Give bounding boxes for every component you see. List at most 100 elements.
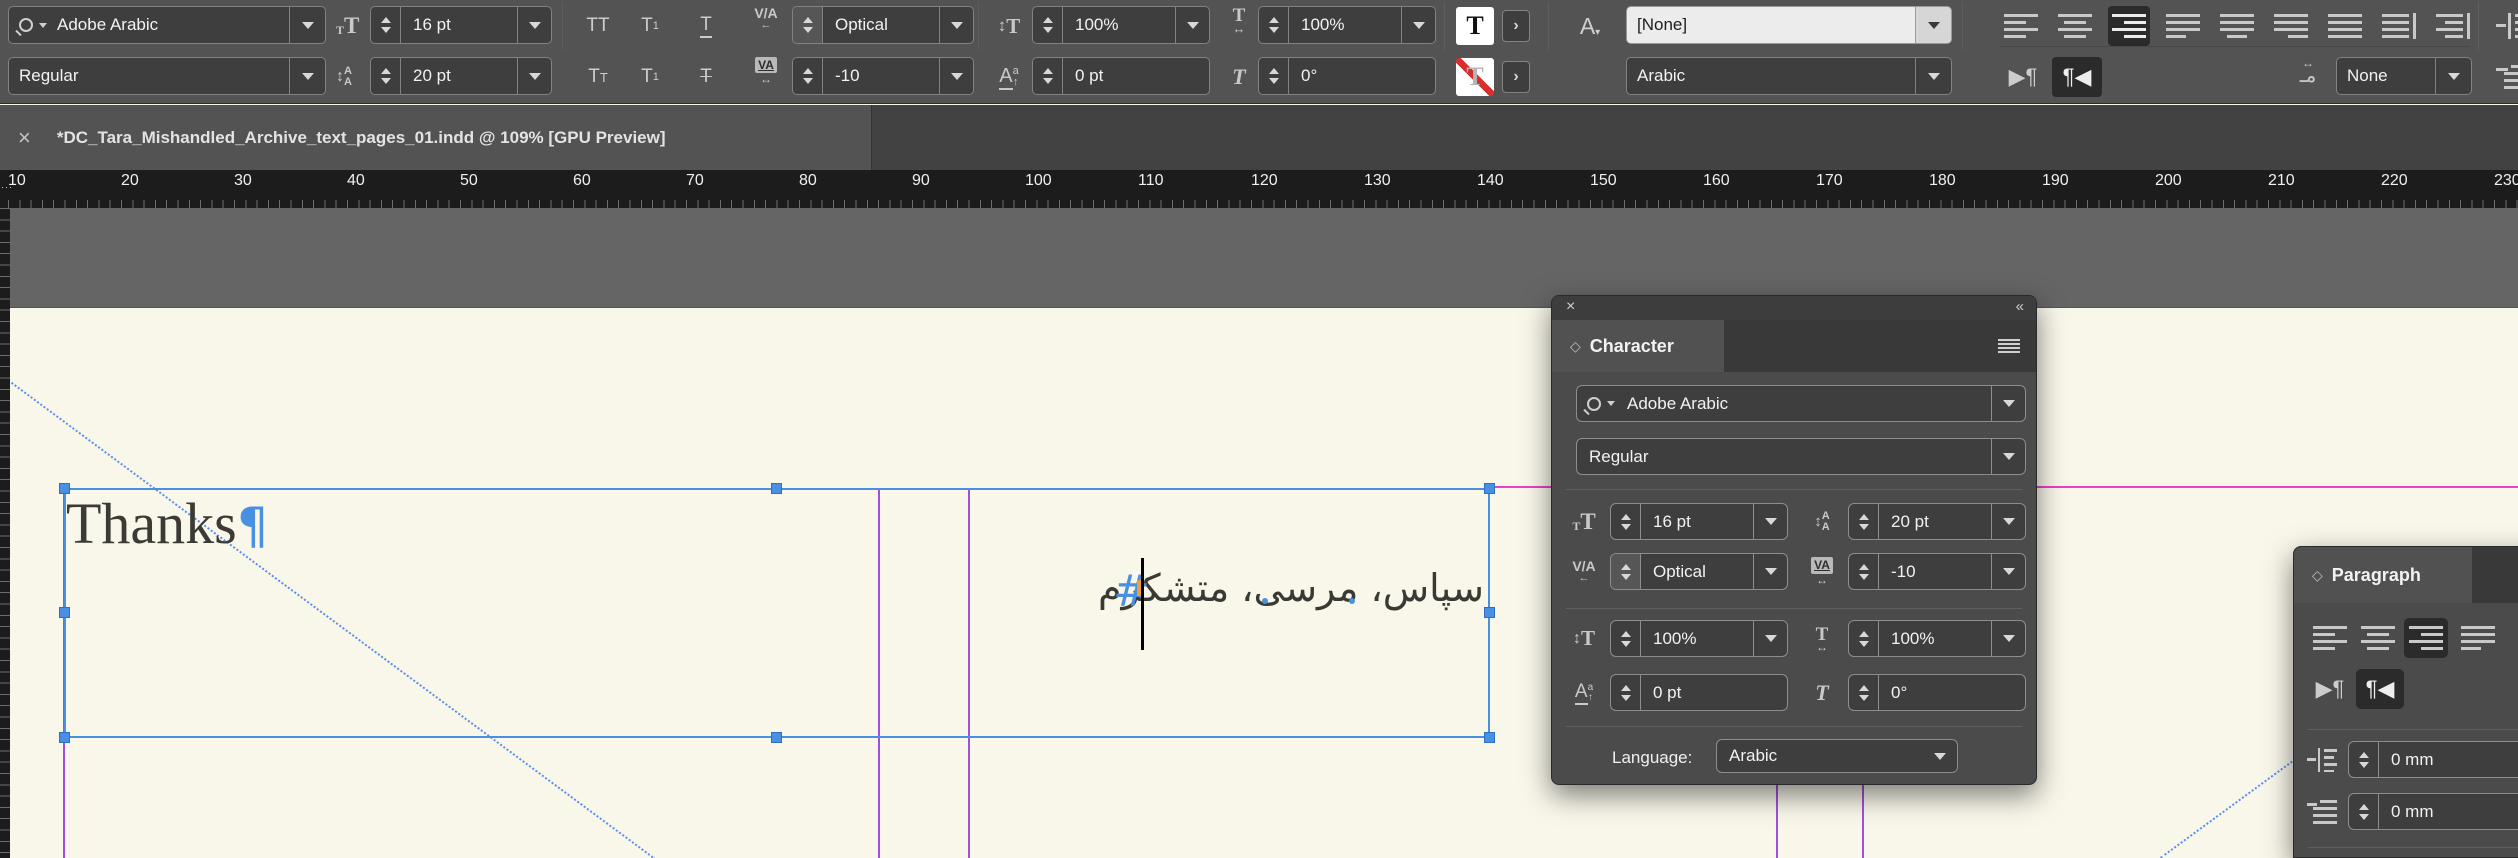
ruler-label: 200 (2155, 172, 2182, 189)
justify-last-center-button[interactable] (2216, 6, 2258, 46)
frame-handle-top-right[interactable] (1484, 483, 1495, 494)
vertical-ruler[interactable] (0, 208, 10, 858)
horizontal-ruler[interactable]: ··· 10 20 30 40 50 60 70 80 90 100 110 120 130 140 150… (0, 170, 2518, 208)
vertical-scale-value[interactable]: 100% (1063, 15, 1175, 35)
tracking-icon: VA ↔ (746, 57, 786, 97)
leading-icon: ↕ AA (1814, 509, 1830, 533)
rtl-direction-button[interactable]: ¶◀ (2052, 57, 2102, 97)
left-indent-field[interactable]: 0 mm (2348, 741, 2518, 778)
panel-kerning-field[interactable]: Optical (1610, 553, 1788, 590)
kerning-field[interactable]: Optical (792, 6, 974, 44)
heading-text[interactable]: Thanks¶ (66, 490, 269, 557)
leading-value[interactable]: 20 pt (401, 66, 517, 86)
character-panel-body: Adobe Arabic Regular TT 16 pt ↕ AA 20 pt… (1552, 372, 2036, 786)
align-right-button[interactable] (2108, 6, 2150, 46)
align-left-button[interactable] (2000, 6, 2042, 46)
vertical-scale-field[interactable]: 100% (1032, 6, 1210, 44)
ltr-direction-button[interactable]: ▶¶ (2000, 57, 2046, 97)
tab-paragraph[interactable]: ◇ Paragraph (2294, 547, 2472, 603)
kerning-value[interactable]: Optical (823, 15, 939, 35)
tracking-field[interactable]: -10 (792, 57, 974, 95)
character-style-combo[interactable]: [None] (1626, 6, 1952, 44)
small-caps-button[interactable]: TT (576, 57, 620, 97)
panel-leading-field[interactable]: 20 pt (1848, 503, 2026, 540)
strikethrough-button[interactable]: T (684, 57, 728, 97)
subscript-button[interactable]: T1 (628, 57, 672, 97)
skew-value[interactable]: 0° (1289, 66, 1435, 86)
divider (1548, 2, 1549, 50)
kerning-stepper[interactable] (793, 7, 823, 43)
ruler-label: 190 (2042, 172, 2069, 189)
leading-field[interactable]: 20 pt (370, 57, 552, 95)
frame-handle-bottom-right[interactable] (1484, 732, 1495, 743)
justify-last-right-button[interactable] (2270, 6, 2312, 46)
font-size-stepper[interactable] (371, 7, 401, 43)
panel-language-combo[interactable]: Arabic (1716, 739, 1958, 773)
align-away-from-spine-button[interactable] (2432, 6, 2474, 46)
font-family-dropdown[interactable] (289, 7, 325, 43)
kashida-combo[interactable]: None (2336, 57, 2472, 95)
tracking-value[interactable]: -10 (823, 66, 939, 86)
panel-horizontal-scale-field[interactable]: 100% (1848, 620, 2026, 657)
superscript-button[interactable]: T1 (628, 6, 672, 46)
panel-skew-field[interactable]: 0° (1848, 674, 2026, 711)
frame-handle-top-center[interactable] (771, 483, 782, 494)
panel-font-family-combo[interactable]: Adobe Arabic (1576, 385, 2026, 422)
panel-font-style-combo[interactable]: Regular (1576, 438, 2026, 475)
font-size-value[interactable]: 16 pt (401, 15, 517, 35)
frame-handle-mid-right[interactable] (1484, 607, 1495, 618)
document-tab[interactable]: × *DC_Tara_Mishandled_Archive_text_pages… (0, 105, 872, 170)
rtl-direction-button[interactable]: ¶◀ (2356, 669, 2404, 709)
panel-baseline-shift-field[interactable]: 0 pt (1610, 674, 1788, 711)
fill-more-button[interactable]: › (1502, 10, 1530, 42)
horizontal-scale-field[interactable]: 100% (1258, 6, 1436, 44)
justify-all-button[interactable] (2324, 6, 2366, 46)
character-panel: × « ◇ Character Adobe Arabic Regular TT … (1551, 295, 2037, 785)
align-towards-spine-button[interactable] (2378, 6, 2420, 46)
frame-handle-bottom-center[interactable] (771, 732, 782, 743)
horizontal-scale-value[interactable]: 100% (1289, 15, 1401, 35)
baseline-shift-field[interactable]: 0 pt (1032, 57, 1210, 95)
font-size-dropdown[interactable] (517, 7, 551, 43)
baseline-shift-value[interactable]: 0 pt (1063, 66, 1209, 86)
first-line-indent-button[interactable] (2492, 57, 2518, 97)
arabic-text[interactable]: سپاس، مرسی، متشکرم (1098, 566, 1484, 610)
first-line-indent-field[interactable]: 0 mm (2348, 793, 2518, 830)
frame-handle-top-left[interactable] (59, 483, 70, 494)
stroke-more-button[interactable]: › (1502, 61, 1530, 93)
justify-last-left-button[interactable] (2162, 6, 2204, 46)
ruler-label: 220 (2381, 172, 2408, 189)
font-style-combo[interactable]: Regular (8, 57, 326, 95)
panel-tracking-field[interactable]: -10 (1848, 553, 2026, 590)
kerning-dropdown[interactable] (939, 7, 973, 43)
close-icon[interactable]: × (1566, 298, 1575, 316)
font-size-field[interactable]: 16 pt (370, 6, 552, 44)
text-frame[interactable] (64, 488, 1490, 738)
align-center-button[interactable] (2054, 6, 2096, 46)
align-left-button[interactable] (2308, 618, 2352, 658)
skew-field[interactable]: 0° (1258, 57, 1436, 95)
close-icon[interactable]: × (18, 125, 31, 151)
all-caps-button[interactable]: TT (576, 6, 620, 46)
fill-color-swatch[interactable]: T (1456, 7, 1494, 45)
underline-button[interactable]: T (684, 6, 728, 46)
kerning-icon: V/A ← (1572, 558, 1596, 584)
divider (2000, 46, 2470, 47)
frame-handle-mid-left[interactable] (59, 607, 70, 618)
tab-character[interactable]: ◇ Character (1552, 320, 1724, 372)
justify-last-left-button[interactable] (2456, 618, 2500, 658)
panel-menu-icon[interactable] (1998, 339, 2020, 353)
right-indent-button[interactable] (2492, 6, 2518, 46)
font-family-combo[interactable]: Adobe Arabic (8, 6, 326, 44)
collapse-icon[interactable]: « (2016, 298, 2024, 315)
align-right-button[interactable] (2404, 618, 2448, 658)
ruler-label: 30 (234, 172, 252, 189)
frame-handle-bottom-left[interactable] (59, 732, 70, 743)
ltr-direction-button[interactable]: ▶¶ (2308, 669, 2352, 709)
language-combo[interactable]: Arabic (1626, 57, 1952, 95)
panel-vertical-scale-field[interactable]: 100% (1610, 620, 1788, 657)
stroke-color-swatch[interactable]: T (1456, 58, 1494, 96)
panel-font-size-field[interactable]: 16 pt (1610, 503, 1788, 540)
align-center-button[interactable] (2356, 618, 2400, 658)
vertical-scale-icon: ↕ T (997, 13, 1021, 38)
